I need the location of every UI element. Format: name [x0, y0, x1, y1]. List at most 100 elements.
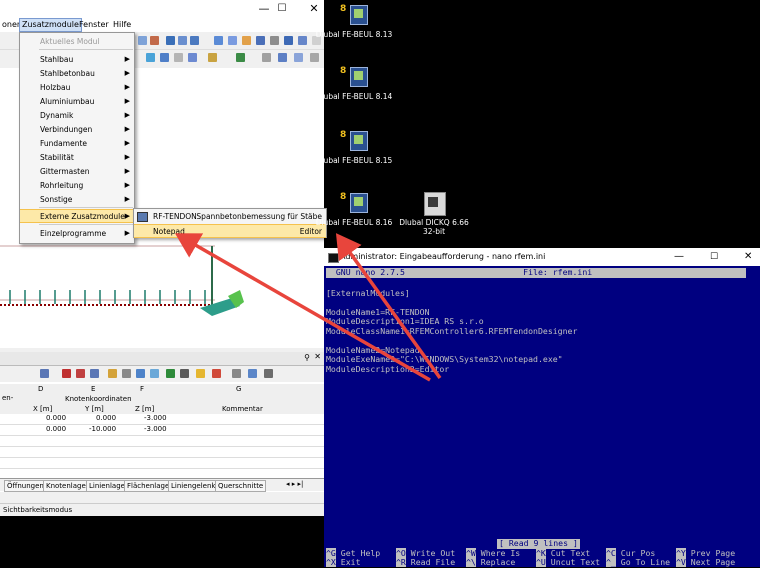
shortcut-go-to-line[interactable]: ^_ Go To Line: [606, 557, 670, 568]
toolbar-icon[interactable]: [40, 369, 49, 378]
menu-item-dynamik[interactable]: Dynamik ▶: [20, 109, 134, 122]
shortcut-read-file[interactable]: ^R Read File: [396, 557, 455, 568]
toolbar-icon[interactable]: [146, 53, 155, 62]
toolbar-icon[interactable]: [310, 53, 319, 62]
menu-item-sonstige[interactable]: Sonstige ▶: [20, 193, 134, 206]
toolbar-icon[interactable]: [160, 53, 169, 62]
terminal-close-button[interactable]: ✕: [744, 248, 752, 266]
desktop-icon-fe-beul-813[interactable]: 8 Dlubal FE-BEUL 8.13: [314, 4, 394, 39]
menu-item-zusatzmodule[interactable]: Zusatzmodule: [19, 18, 82, 32]
cell-x[interactable]: 0.000: [46, 414, 66, 422]
delete-row-icon[interactable]: [62, 369, 71, 378]
menu-item-fundamente[interactable]: Fundamente ▶: [20, 137, 134, 150]
desktop-icon-fe-beul-815[interactable]: 8 Dlubal FE-BEUL 8.15: [314, 130, 394, 165]
toolbar-icon[interactable]: [228, 36, 237, 45]
shortcut-replace[interactable]: ^\ Replace: [466, 557, 515, 568]
toolbar-icon[interactable]: [196, 369, 205, 378]
submenu-arrow-icon: ▶: [124, 111, 130, 119]
menu-item-fenster[interactable]: Fenster: [77, 19, 111, 31]
toolbar-icon[interactable]: [270, 36, 279, 45]
toolbar-icon[interactable]: [178, 36, 187, 45]
toolbar-icon[interactable]: [190, 36, 199, 45]
shortcut-exit[interactable]: ^X Exit: [326, 557, 361, 568]
toolbar-icon[interactable]: [180, 369, 189, 378]
toolbar-icon[interactable]: [298, 36, 307, 45]
terminal-maximize-button[interactable]: ☐: [710, 248, 718, 266]
tab-scroll-arrows[interactable]: ◂ ▸ ▸|: [286, 480, 303, 488]
zusatzmodule-menu: Aktuelles Modul Stahlbau ▶ Stahlbetonbau ▶…: [19, 32, 135, 244]
close-icon[interactable]: ✕: [314, 352, 321, 361]
toolbar-icon[interactable]: [284, 36, 293, 45]
menu-item-einzelprogramme[interactable]: Einzelprogramme ▶: [20, 227, 134, 240]
menu-item-verbindungen[interactable]: Verbindungen ▶: [20, 123, 134, 136]
nano-header: GNU nano 2.7.5 File: rfem.ini: [326, 267, 746, 278]
table-panel-header: ⚲ ✕: [0, 352, 324, 366]
submenu-item-rf-tendon[interactable]: RF-TENDON Spannbetonbemessung für Stäbe: [134, 210, 326, 223]
menu-item-gittermasten[interactable]: Gittermasten ▶: [20, 165, 134, 178]
toolbar-icon[interactable]: [138, 36, 147, 45]
shortcut-uncut-text[interactable]: ^U Uncut Text: [536, 557, 600, 568]
submenu-arrow-icon: ▶: [124, 212, 130, 220]
menu-item-externe-zusatzmodule[interactable]: Externe Zusatzmodule ▶: [20, 209, 134, 223]
menu-item-aluminiumbau[interactable]: Aluminiumbau ▶: [20, 95, 134, 108]
toolbar-icon[interactable]: [150, 36, 159, 45]
shortcut-next-page[interactable]: ^V Next Page: [676, 557, 735, 568]
toolbar-icon[interactable]: [212, 369, 221, 378]
toolbar-icon[interactable]: [248, 369, 257, 378]
toolbar-icon[interactable]: [262, 53, 271, 62]
toolbar-icon[interactable]: [174, 53, 183, 62]
toolbar-icon[interactable]: [76, 369, 85, 378]
toolbar-icon[interactable]: [236, 53, 245, 62]
toolbar-icon[interactable]: [188, 53, 197, 62]
toolbar-icon[interactable]: [242, 36, 251, 45]
nano-buffer[interactable]: [ExternalModules] ModuleName1=RF-TENDON …: [326, 279, 756, 374]
pin-icon[interactable]: ⚲: [304, 353, 310, 362]
col-header-z: Z [m]: [135, 405, 155, 413]
table-row[interactable]: [0, 447, 324, 458]
toolbar-icon[interactable]: [208, 53, 217, 62]
toolbar-icon[interactable]: [108, 369, 117, 378]
toolbar-icon[interactable]: [90, 369, 99, 378]
cell-y[interactable]: 0.000: [96, 414, 116, 422]
submenu-item-notepad[interactable]: Notepad Editor: [134, 224, 326, 238]
toolbar-icon[interactable]: [294, 53, 303, 62]
toolbar-icon[interactable]: [166, 36, 175, 45]
menu-item-stabilitaet[interactable]: Stabilität ▶: [20, 151, 134, 164]
menu-item-rohrleitung[interactable]: Rohrleitung ▶: [20, 179, 134, 192]
toolbar-icon[interactable]: [150, 369, 159, 378]
terminal-title: Administrator: Eingabeaufforderung - nan…: [340, 252, 546, 261]
toolbar-icon[interactable]: [264, 369, 273, 378]
desktop-icon-dickq[interactable]: Dlubal DICKQ 6.66 32-bit: [394, 192, 474, 236]
menu-item-hilfe[interactable]: Hilfe: [111, 19, 133, 31]
table-row[interactable]: [0, 436, 324, 447]
table-row[interactable]: 0.000 -10.000 -3.000: [0, 425, 324, 436]
table-row[interactable]: 0.000 0.000 -3.000: [0, 414, 324, 425]
tab-querschnitte[interactable]: Querschnitte: [215, 480, 267, 492]
col-letter: D: [38, 385, 44, 393]
menu-item-stahlbetonbau[interactable]: Stahlbetonbau ▶: [20, 67, 134, 80]
formula-icon[interactable]: [232, 369, 241, 378]
toolbar-icon[interactable]: [136, 369, 145, 378]
tab-knotenlager[interactable]: Knotenlager: [43, 480, 92, 492]
desktop-icon-fe-beul-814[interactable]: 8 Dlubal FE-BEUL 8.14: [314, 66, 394, 101]
toolbar-icon[interactable]: [122, 369, 131, 378]
cell-z[interactable]: -3.000: [144, 425, 167, 433]
toolbar-icon[interactable]: [278, 53, 287, 62]
menu-item-stahlbau[interactable]: Stahlbau ▶: [20, 53, 134, 66]
cell-z[interactable]: -3.000: [144, 414, 167, 422]
terminal-minimize-button[interactable]: —: [674, 248, 684, 266]
tab-oeffnungen[interactable]: Öffnungen: [4, 480, 47, 492]
desktop-icon-fe-beul-816[interactable]: 8 Dlubal FE-BEUL 8.16: [314, 192, 394, 227]
toolbar-icon[interactable]: [256, 36, 265, 45]
col-fragment-label: en-: [2, 394, 14, 402]
table-row[interactable]: [0, 458, 324, 469]
menu-item-holzbau[interactable]: Holzbau ▶: [20, 81, 134, 94]
cell-x[interactable]: 0.000: [46, 425, 66, 433]
toolbar-icon[interactable]: [214, 36, 223, 45]
table-header: en- D E F G Knotenkoordinaten X [m] Y [m…: [0, 384, 324, 414]
submenu-arrow-icon: ▶: [124, 153, 130, 161]
col-letter: E: [91, 385, 96, 393]
excel-icon[interactable]: [166, 369, 175, 378]
cell-y[interactable]: -10.000: [89, 425, 116, 433]
menu-separator: [39, 49, 133, 50]
